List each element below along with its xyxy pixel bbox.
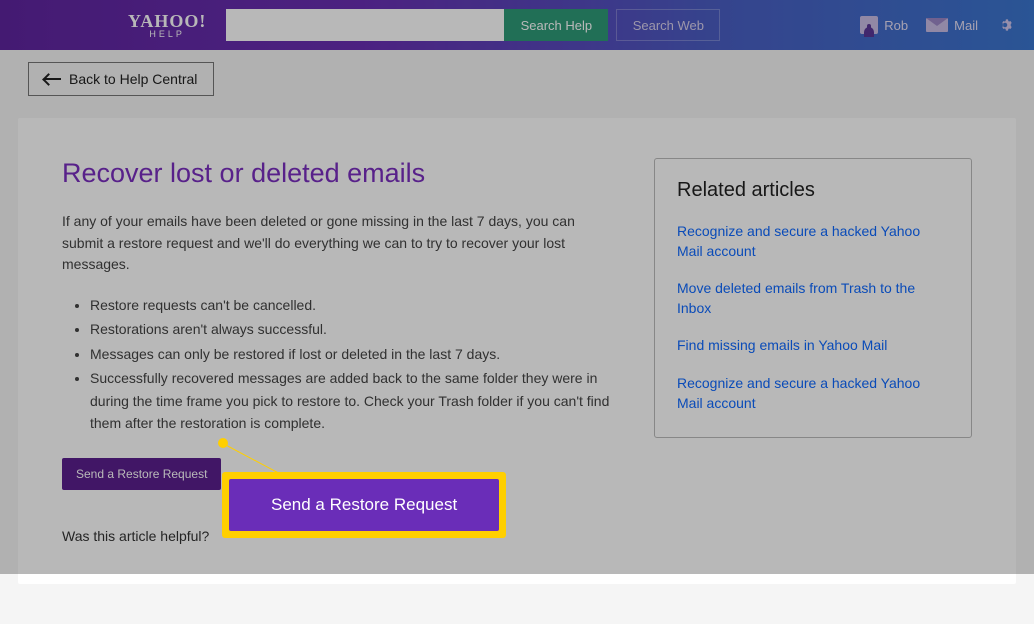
back-to-help-central-button[interactable]: Back to Help Central [28,62,214,96]
back-label: Back to Help Central [69,71,197,87]
related-link[interactable]: Find missing emails in Yahoo Mail [677,336,949,356]
user-name: Rob [884,18,908,33]
yahoo-help-logo: YAHOO! HELP [128,12,206,39]
brand-subtitle: HELP [128,30,206,39]
search-help-button[interactable]: Search Help [504,9,608,41]
article-bullets: Restore requests can't be cancelled. Res… [62,294,614,434]
top-bar: YAHOO! HELP Search Help Search Web Rob M… [0,0,1034,50]
gear-icon[interactable] [996,16,1014,34]
mail-link[interactable]: Mail [926,18,978,33]
mail-label: Mail [954,18,978,33]
related-heading: Related articles [677,179,949,202]
related-articles-box: Related articles Recognize and secure a … [654,158,972,438]
list-item: Successfully recovered messages are adde… [90,367,614,434]
breadcrumb-bar: Back to Help Central [0,50,1034,108]
article-intro: If any of your emails have been deleted … [62,211,614,276]
related-link[interactable]: Recognize and secure a hacked Yahoo Mail… [677,374,949,413]
avatar-icon [860,16,878,34]
send-restore-request-callout-button[interactable]: Send a Restore Request [229,479,499,531]
user-profile-link[interactable]: Rob [860,16,908,34]
related-link[interactable]: Recognize and secure a hacked Yahoo Mail… [677,222,949,261]
send-restore-request-button[interactable]: Send a Restore Request [62,458,221,490]
search-web-button[interactable]: Search Web [616,9,720,41]
related-link[interactable]: Move deleted emails from Trash to the In… [677,279,949,318]
article-card: Recover lost or deleted emails If any of… [18,118,1016,584]
list-item: Restore requests can't be cancelled. [90,294,614,316]
article-title: Recover lost or deleted emails [62,158,614,189]
list-item: Messages can only be restored if lost or… [90,343,614,365]
mail-icon [926,18,948,32]
brand-name: YAHOO! [128,11,206,31]
list-item: Restorations aren't always successful. [90,318,614,340]
callout-highlight: Send a Restore Request [222,472,506,538]
search-input[interactable] [226,9,504,41]
arrow-left-icon [45,78,61,80]
